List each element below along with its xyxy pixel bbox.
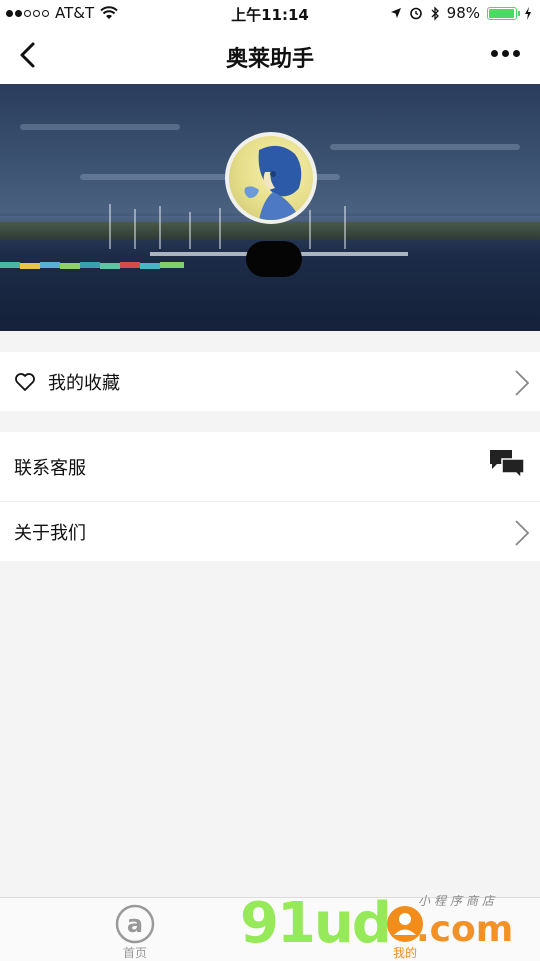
alarm-icon bbox=[409, 7, 422, 20]
menu-group-support: 联系客服 关于我们 bbox=[0, 432, 540, 561]
tab-mine[interactable]: 我的 bbox=[365, 898, 445, 961]
nav-bar: 奥莱助手 bbox=[0, 28, 540, 85]
about-us-label: 关于我们 bbox=[14, 522, 86, 544]
menu-group-favorites: 我的收藏 bbox=[0, 352, 540, 411]
more-dot bbox=[513, 50, 520, 57]
tab-mine-label: 我的 bbox=[392, 946, 417, 960]
page-title: 奥莱助手 bbox=[225, 47, 314, 72]
chevron-right-icon bbox=[515, 520, 530, 546]
avatar[interactable] bbox=[225, 132, 317, 224]
profile-banner bbox=[0, 84, 540, 331]
username-redacted bbox=[246, 241, 302, 277]
charging-icon bbox=[525, 6, 531, 20]
location-arrow-icon bbox=[390, 8, 401, 18]
bluetooth-icon bbox=[431, 5, 439, 21]
at-sign-icon: a bbox=[115, 904, 155, 944]
status-bar: AT&T 上午11:14 98% bbox=[0, 0, 540, 28]
more-button[interactable] bbox=[491, 50, 520, 57]
heart-icon bbox=[15, 372, 35, 391]
chat-bubbles-icon bbox=[490, 450, 525, 480]
chevron-right-icon bbox=[515, 370, 530, 396]
banner-masts bbox=[109, 204, 346, 249]
avatar-photo bbox=[244, 145, 302, 220]
status-right: 98% bbox=[390, 4, 532, 22]
more-dot bbox=[502, 50, 509, 57]
banner-boats bbox=[0, 262, 184, 269]
battery-percent: 98% bbox=[446, 4, 480, 22]
user-icon bbox=[387, 906, 423, 942]
about-us-item[interactable]: 关于我们 bbox=[0, 501, 540, 561]
banner-cloud bbox=[330, 144, 520, 150]
svg-text:a: a bbox=[127, 910, 143, 938]
more-dot bbox=[491, 50, 498, 57]
tab-home[interactable]: a 首页 bbox=[95, 898, 175, 961]
favorites-item[interactable]: 我的收藏 bbox=[0, 352, 540, 411]
favorites-label: 我的收藏 bbox=[48, 372, 120, 394]
tab-home-label: 首页 bbox=[122, 946, 147, 960]
customer-service-item[interactable]: 联系客服 bbox=[0, 432, 540, 501]
battery-icon bbox=[487, 6, 520, 20]
banner-cloud bbox=[20, 124, 180, 130]
customer-service-label: 联系客服 bbox=[14, 457, 86, 479]
tab-bar: a 首页 我的 bbox=[0, 897, 540, 961]
